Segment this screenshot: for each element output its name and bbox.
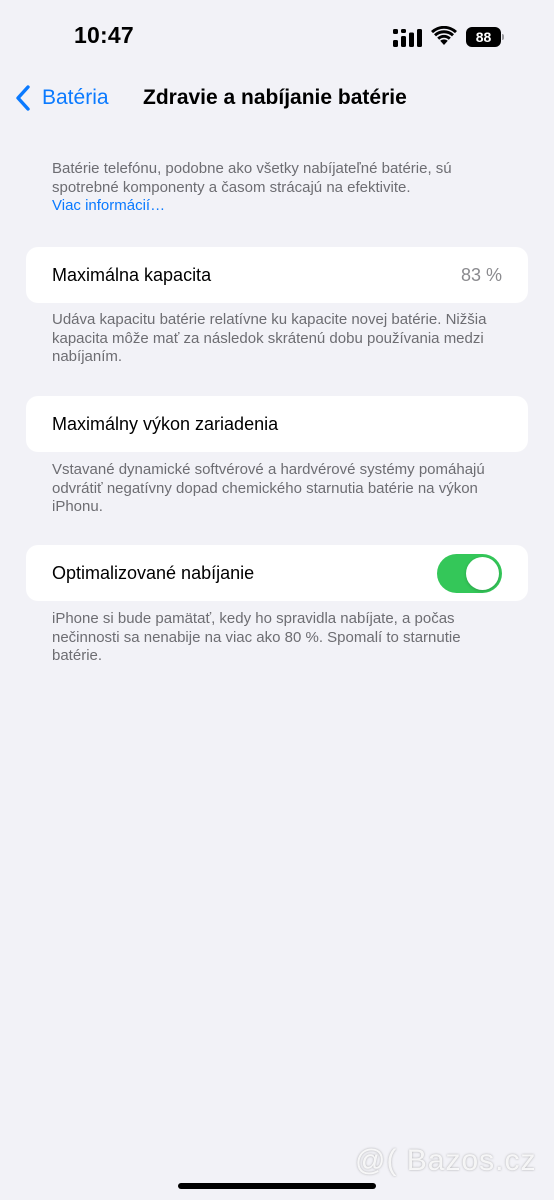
battery-icon: 88 [466,27,504,47]
navigation-bar: Batéria Zdravie a nabíjanie batérie [0,70,554,126]
max-capacity-value: 83 % [460,264,502,285]
page-title: Zdravie a nabíjanie batérie [143,86,407,109]
cellular-signal-icon [393,29,422,47]
toggle-knob [466,557,499,590]
optimized-charging-label: Optimalizované nabíjanie [52,562,255,583]
battery-health-screen: 10:47 88 Batéria Zdravie a nabíjanie bat… [0,0,554,1200]
optimized-charging-footer: iPhone si bude pamätať, kedy ho spravidl… [52,610,461,664]
peak-performance-row[interactable]: Maximálny výkon zariadenia [26,396,528,452]
battery-level: 88 [466,27,501,47]
more-info-link[interactable]: Viac informácií… [52,197,512,216]
home-indicator[interactable] [178,1183,376,1189]
bazos-watermark: @( Bazos.cz [355,1144,537,1177]
peak-performance-label: Maximálny výkon zariadenia [52,413,279,434]
intro-text: Batérie telefónu, podobne ako všetky nab… [52,160,452,196]
battery-tip [502,34,504,40]
optimized-charging-toggle[interactable] [437,554,502,593]
back-label: Batéria [42,86,109,109]
max-capacity-footer: Udáva kapacitu batérie relatívne ku kapa… [52,311,487,365]
max-capacity-label: Maximálna kapacita [52,264,212,285]
wifi-icon [431,26,457,45]
optimized-charging-row: Optimalizované nabíjanie [26,545,528,601]
intro-text-block: Batérie telefónu, podobne ako všetky nab… [52,160,512,216]
back-button[interactable]: Batéria [14,82,109,114]
status-time: 10:47 [74,22,134,48]
status-bar: 10:47 88 [0,0,554,70]
peak-performance-footer: Vstavané dynamické softvérové a hardvéro… [52,461,485,515]
chevron-left-icon [16,85,30,111]
max-capacity-row: Maximálna kapacita 83 % [26,247,528,303]
